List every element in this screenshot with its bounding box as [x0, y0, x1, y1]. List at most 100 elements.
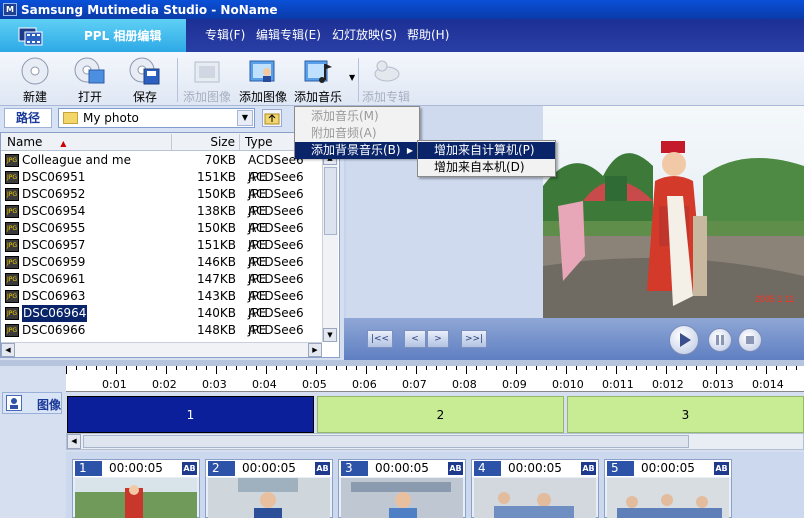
scrollbar-thumb[interactable]	[324, 167, 337, 235]
thumbnail-number: 3	[341, 461, 368, 476]
scroll-down-icon[interactable]: ▼	[323, 328, 337, 342]
ruler-tick	[686, 366, 687, 370]
first-frame-button[interactable]: |<<	[367, 330, 393, 348]
thumbnail-header: 3 00:00:05 AB	[339, 460, 465, 477]
file-row[interactable]: JPG DSC06957 151KB ACDSee6 JPE	[1, 237, 321, 269]
menu-edit-album[interactable]: 编辑专辑(E)	[256, 19, 321, 52]
ab-badge-icon[interactable]: AB	[714, 462, 729, 475]
previous-button[interactable]: <	[404, 330, 426, 348]
ruler-tick	[306, 366, 307, 370]
open-button[interactable]: 打开	[64, 55, 116, 105]
thumbnail-card[interactable]: 1 00:00:05 AB	[72, 459, 200, 518]
file-name: DSC06966	[22, 323, 86, 337]
last-frame-button[interactable]: >>|	[461, 330, 487, 348]
ruler-tick	[276, 366, 277, 370]
save-button[interactable]: 保存	[119, 55, 171, 105]
timeline-segment[interactable]: 1	[67, 396, 314, 433]
menu-item-add-from-computer[interactable]: 增加来自计算机(P)	[418, 142, 555, 159]
menu-item-add-from-device[interactable]: 增加来自本机(D)	[418, 159, 555, 176]
column-header-size[interactable]: Size	[172, 134, 240, 150]
ruler-label: 0:07	[402, 378, 427, 391]
file-row[interactable]: JPG DSC06964 140KB ACDSee6 JPE	[1, 304, 321, 337]
ruler-tick	[246, 366, 247, 370]
scroll-right-icon[interactable]: ▶	[308, 343, 322, 357]
ruler-tick	[406, 366, 407, 370]
scrollbar-thumb[interactable]	[83, 435, 689, 448]
menu-item-add-background-music[interactable]: 添加背景音乐(B) ▶	[295, 142, 419, 159]
file-row[interactable]: JPG DSC06963 143KB ACDSee6 JPE	[1, 288, 321, 320]
file-row[interactable]: JPG DSC06959 146KB ACDSee6 JPE	[1, 254, 321, 286]
folder-up-button[interactable]	[262, 109, 282, 127]
path-combobox[interactable]: My photo ▼	[58, 108, 255, 128]
new-button[interactable]: 新建	[9, 55, 61, 105]
ruler-tick	[396, 366, 397, 370]
ruler-tick	[336, 366, 337, 370]
tab-ppl-album-edit[interactable]: PPL 相册编辑	[0, 19, 186, 52]
thumbnail-image	[607, 478, 729, 518]
file-row[interactable]: JPG DSC06951 151KB ACDSee6 JPE	[1, 169, 321, 201]
ruler-label: 0:05	[302, 378, 327, 391]
thumbnail-card[interactable]: 2 00:00:05 AB	[205, 459, 333, 518]
ruler-tick	[436, 366, 437, 370]
ruler-tick	[506, 366, 507, 370]
file-list-vertical-scrollbar[interactable]: ▲ ▼	[322, 151, 338, 342]
photo-date-stamp: 2005 1 11	[755, 294, 794, 304]
ruler-tick	[596, 366, 597, 370]
ab-badge-icon[interactable]: AB	[315, 462, 330, 475]
next-button[interactable]: >	[427, 330, 449, 348]
ruler-tick	[326, 366, 327, 370]
timeline-ruler[interactable]: 0:01 0:02 0:03 0:04 0:05 0:06 0:07 0:08 0:09 0:01…	[66, 366, 804, 392]
scroll-left-icon[interactable]: ◀	[1, 343, 15, 357]
file-row[interactable]: JPG DSC06955 150KB ACDSee6 JPE	[1, 220, 321, 252]
thumbnail-duration: 00:00:05	[109, 461, 163, 475]
sort-ascending-icon: ▲	[60, 139, 67, 148]
ruler-tick	[736, 366, 737, 370]
menu-help[interactable]: 帮助(H)	[407, 19, 449, 52]
ruler-tick	[636, 366, 637, 370]
ruler-tick	[176, 366, 177, 370]
ruler-tick	[486, 366, 487, 370]
scroll-left-icon[interactable]: ◀	[67, 434, 81, 449]
timeline-scrollbar[interactable]: ◀	[66, 433, 804, 450]
user-icon	[6, 395, 22, 411]
ruler-tick	[716, 366, 717, 374]
file-name: DSC06957	[22, 238, 86, 252]
file-row[interactable]: JPG DSC06952 150KB ACDSee6 JPE	[1, 186, 321, 218]
ab-badge-icon[interactable]: AB	[581, 462, 596, 475]
ruler-tick	[656, 366, 657, 370]
file-row[interactable]: JPG DSC06961 147KB ACDSee6 JPE	[1, 271, 321, 303]
file-list-horizontal-scrollbar[interactable]: ◀ ▶	[1, 342, 322, 357]
menu-slideshow[interactable]: 幻灯放映(S)	[332, 19, 397, 52]
ruler-tick	[86, 366, 87, 370]
ab-badge-icon[interactable]: AB	[182, 462, 197, 475]
timeline-segment[interactable]: 2	[317, 396, 564, 433]
file-size: 147KB	[196, 272, 236, 286]
column-header-name[interactable]: Name ▲	[2, 134, 172, 150]
add-music-dropdown-icon[interactable]: ▼	[349, 73, 355, 82]
timeline-segment[interactable]: 3	[567, 396, 804, 433]
file-size: 70KB	[204, 153, 236, 167]
ruler-label: 0:04	[252, 378, 277, 391]
thumbnail-card[interactable]: 3 00:00:05 AB	[338, 459, 466, 518]
add-album-button[interactable]: 添加专辑	[360, 55, 412, 105]
pause-button[interactable]	[708, 328, 732, 352]
add-music-button[interactable]: 添加音乐	[292, 55, 344, 105]
thumbnail-card[interactable]: 5 00:00:05 AB	[604, 459, 732, 518]
ab-badge-icon[interactable]: AB	[448, 462, 463, 475]
add-image-button[interactable]: 添加图像	[237, 55, 289, 105]
file-name: DSC06961	[22, 272, 86, 286]
file-row[interactable]: JPGDSC06966148KBACDSee6 JPE	[1, 322, 321, 354]
add-image-disabled-button[interactable]: 添加图像	[181, 55, 233, 105]
thumbnail-card[interactable]: 4 00:00:05 AB	[471, 459, 599, 518]
file-row[interactable]: JPG Colleague and me 70KB ACDSee6 JPE	[1, 152, 321, 184]
ruler-tick	[76, 366, 77, 370]
pause-icon	[716, 335, 724, 345]
stop-button[interactable]	[738, 328, 762, 352]
menu-item-add-music[interactable]: 添加音乐(M)	[295, 108, 419, 125]
chevron-down-icon[interactable]: ▼	[237, 110, 253, 126]
menu-item-attach-audio[interactable]: 附加音频(A)	[295, 125, 419, 142]
play-button[interactable]	[669, 325, 699, 355]
ruler-tick	[346, 366, 347, 370]
menu-album[interactable]: 专辑(F)	[205, 19, 245, 52]
file-row[interactable]: JPG DSC06954 138KB ACDSee6 JPE	[1, 203, 321, 235]
